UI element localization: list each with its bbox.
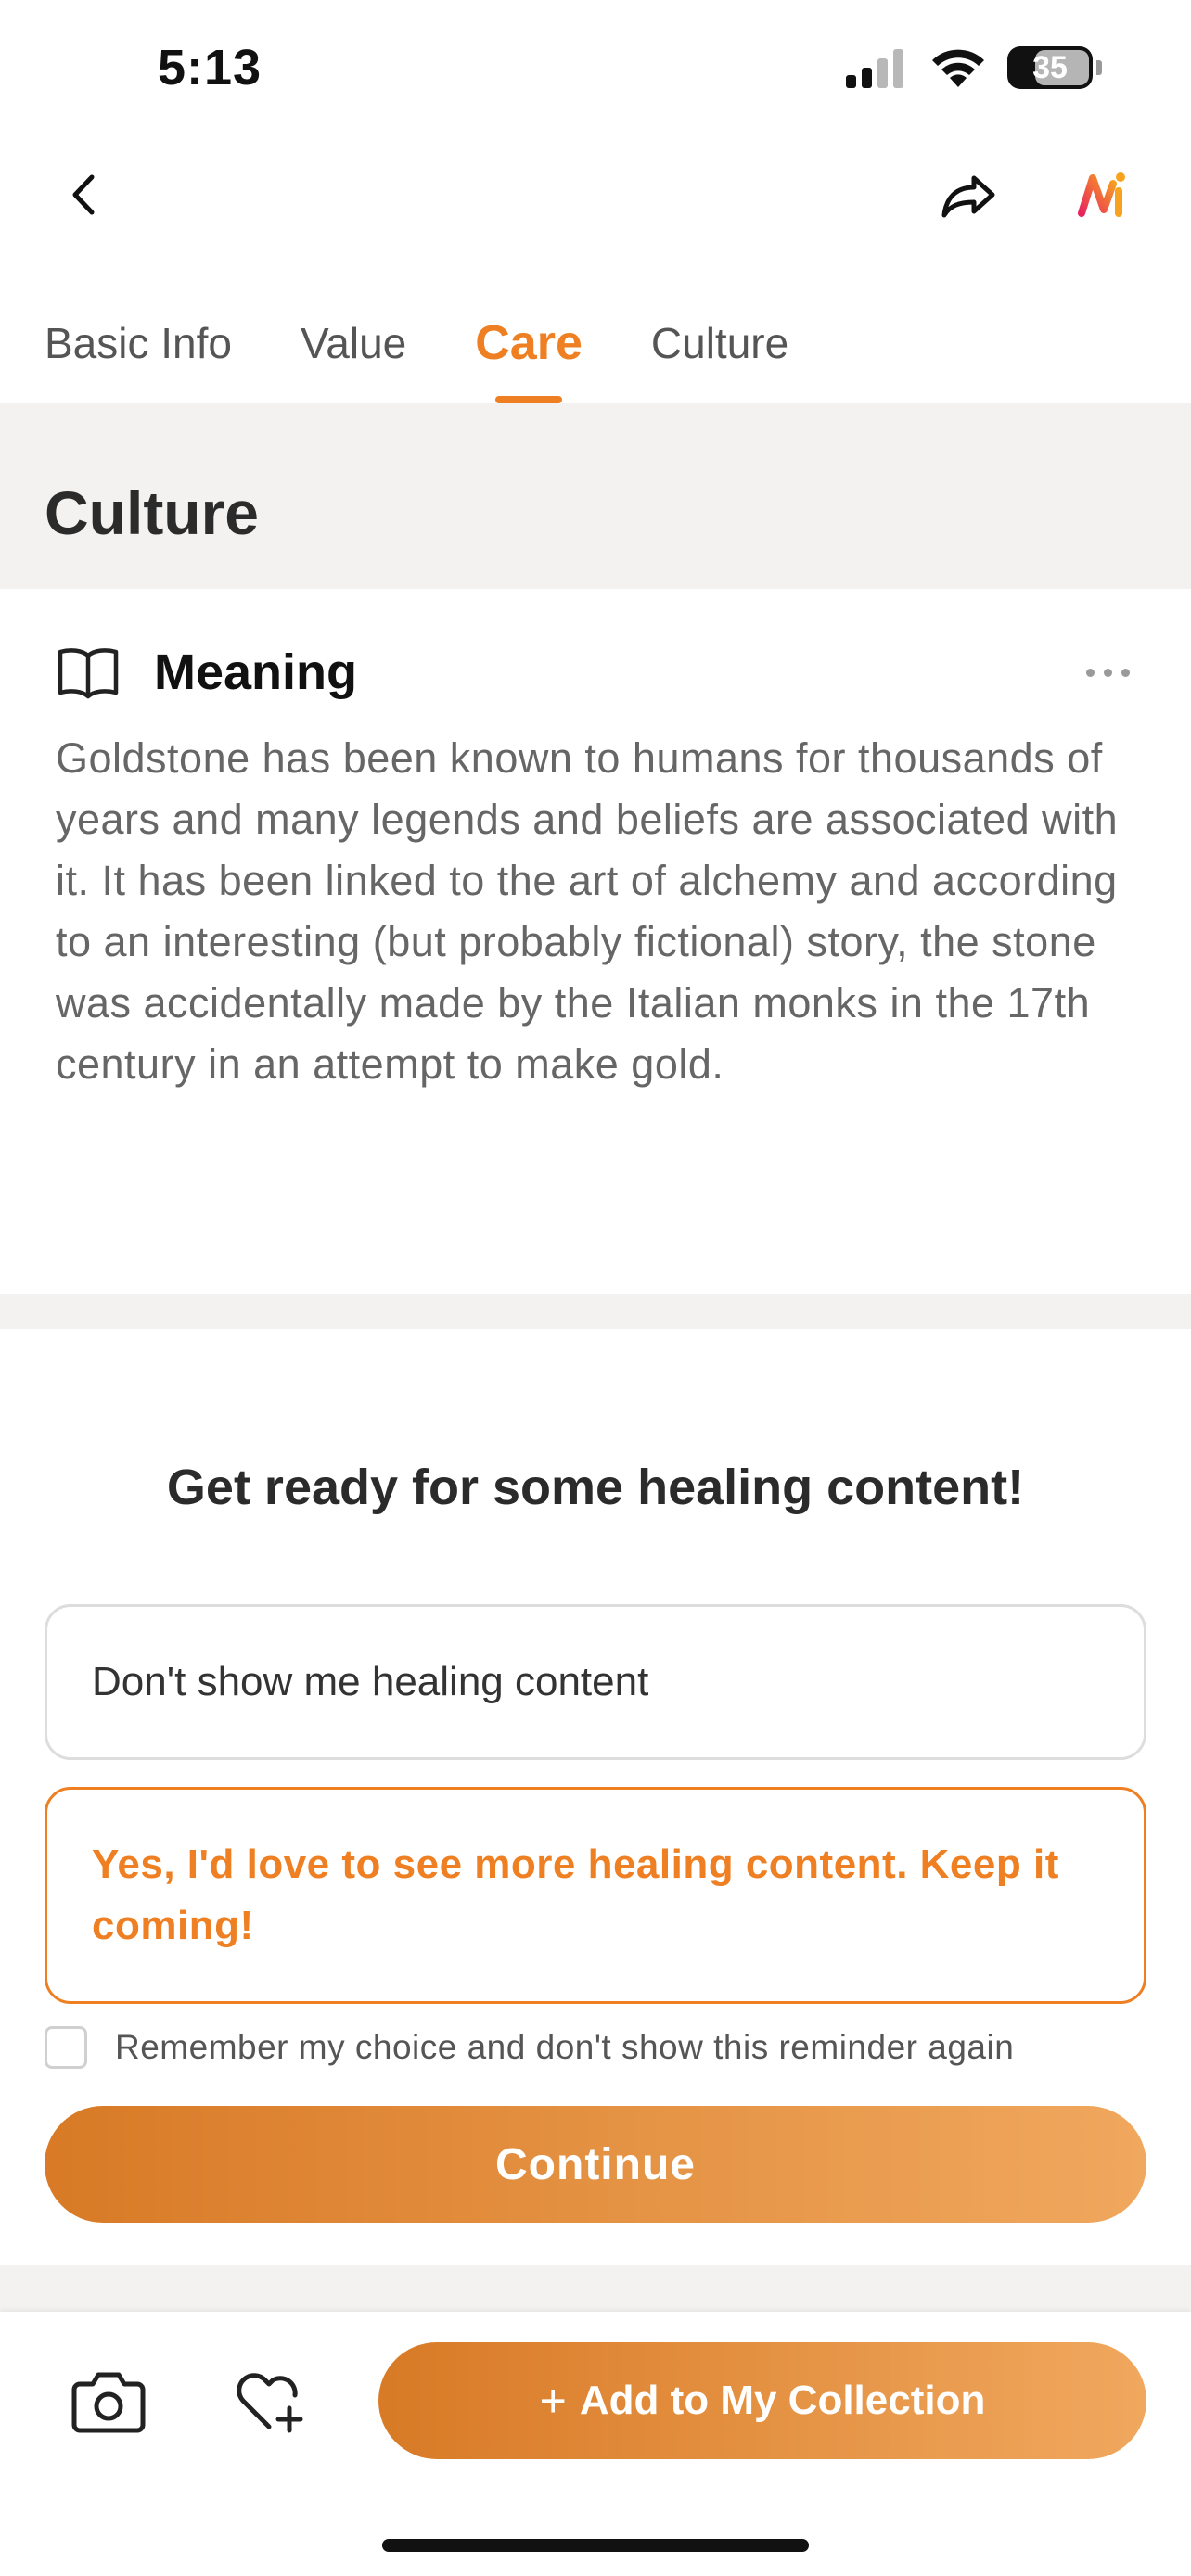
add-to-collection-label: Add to My Collection [579,2378,986,2423]
healing-prompt: Get ready for some healing content! Don'… [0,1329,1191,2265]
battery-tip [1096,60,1102,75]
signal-icon [846,49,903,88]
continue-button[interactable]: Continue [45,2106,1146,2223]
option-dont-show-healing[interactable]: Don't show me healing content [45,1604,1146,1760]
divider [0,2265,1191,2312]
more-icon[interactable] [1080,654,1135,691]
section-header: Culture [0,403,1191,589]
share-icon [941,175,995,218]
meaning-text: Goldstone has been known to humans for t… [56,734,1119,1088]
meaning-title: Meaning [154,644,358,700]
status-time: 5:13 [158,40,263,96]
nav-bar [0,139,1191,250]
book-icon [58,648,119,699]
home-indicator [382,2539,809,2552]
tab-active-indicator [495,396,562,403]
divider [0,1294,1191,1329]
status-bar: 5:13 35 [0,0,1191,139]
remember-choice[interactable]: Remember my choice and don't show this r… [45,2026,1014,2069]
bottom-bar: + Add to My Collection [0,2312,1191,2576]
tab-basic-info[interactable]: Basic Info [45,297,232,403]
app-logo-icon [1078,172,1125,217]
tab-label: Value [301,319,407,367]
battery-level: 35 [1032,49,1068,85]
share-button[interactable] [937,167,1002,223]
favorite-button[interactable] [232,2367,306,2434]
heart-plus-icon [237,2373,303,2433]
meaning-card: Meaning Goldstone has been known to huma… [0,589,1191,1294]
app-logo-button[interactable] [1076,167,1132,223]
remember-checkbox[interactable] [45,2026,87,2069]
back-icon [72,174,95,215]
camera-icon [71,2372,146,2433]
tab-value[interactable]: Value [301,297,406,403]
tab-label: Care [475,316,583,370]
status-indicators: 35 [844,46,1102,89]
camera-button[interactable] [70,2367,147,2434]
wifi-icon [932,49,984,87]
tab-label: Basic Info [45,319,232,367]
add-to-collection-button[interactable]: + Add to My Collection [378,2342,1146,2459]
option-show-healing[interactable]: Yes, I'd love to see more healing conten… [45,1787,1146,2004]
plus-icon: + [539,2375,567,2427]
tab-label: Culture [650,319,789,367]
back-button[interactable] [56,167,111,223]
remember-label: Remember my choice and don't show this r… [115,2028,1015,2066]
tab-bar: Basic Info Value Care Culture [0,297,1191,403]
meaning-header: Meaning [56,626,1135,719]
battery-icon: 35 [1007,46,1093,89]
healing-title: Get ready for some healing content! [166,1460,1025,1515]
tab-culture[interactable]: Culture [651,297,788,403]
section-title: Culture [45,478,259,547]
tab-care[interactable]: Care [475,297,583,403]
